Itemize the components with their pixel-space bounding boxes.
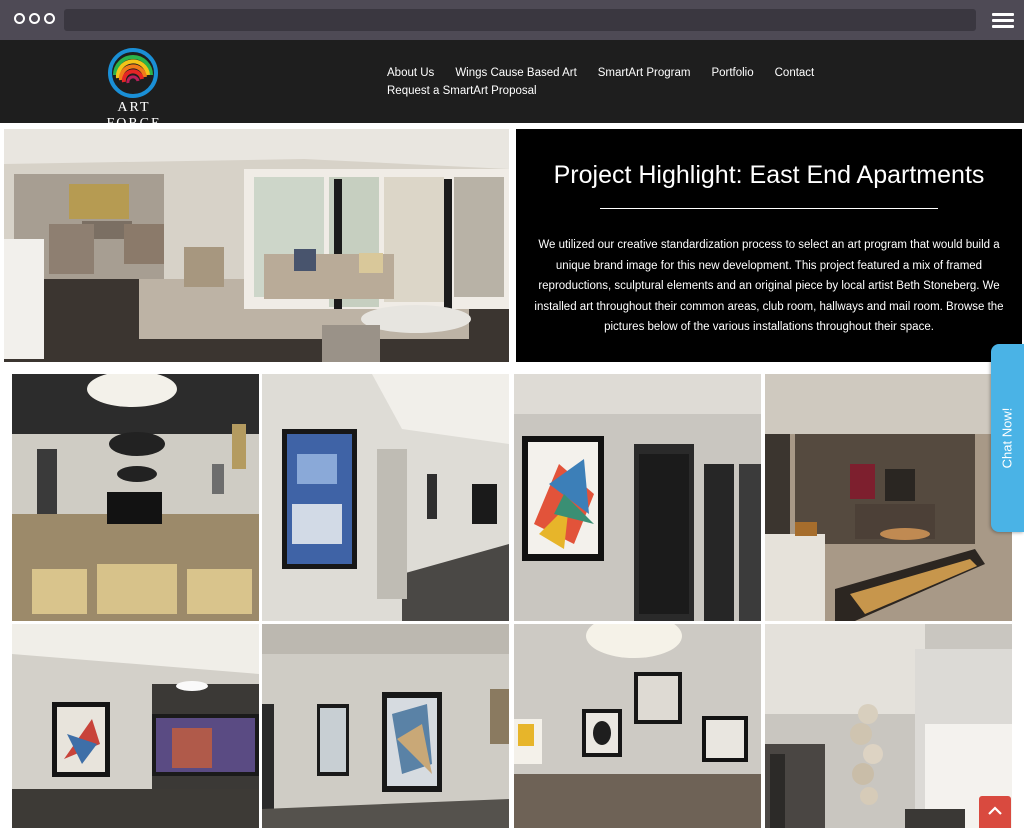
project-description: We utilized our creative standardization…: [534, 239, 1004, 333]
nav-portfolio[interactable]: Portfolio: [711, 66, 753, 80]
title-divider: [600, 208, 938, 209]
back-to-top-button[interactable]: [979, 796, 1011, 828]
site-logo[interactable]: ART FORCE: [88, 48, 180, 131]
browser-toolbar: [0, 0, 1024, 40]
art-force-logo-icon: [108, 48, 158, 98]
nav-request-proposal[interactable]: Request a SmartArt Proposal: [387, 84, 537, 98]
project-highlight-panel: Project Highlight: East End Apartments W…: [516, 129, 1022, 362]
chevron-up-icon: [988, 806, 1002, 815]
gallery-photo[interactable]: [12, 624, 259, 828]
photo-gallery: [12, 374, 1014, 828]
hero-lounge-photo: [4, 129, 509, 362]
address-bar[interactable]: [64, 9, 976, 31]
nav-smartart-program[interactable]: SmartArt Program: [598, 66, 691, 80]
chat-now-label: Chat Now!: [999, 407, 1015, 469]
gallery-photo[interactable]: [514, 374, 761, 621]
hamburger-icon[interactable]: [992, 13, 1014, 28]
nav-contact[interactable]: Contact: [775, 66, 815, 80]
project-title: Project Highlight: East End Apartments: [553, 161, 985, 189]
gallery-photo[interactable]: [765, 374, 1012, 621]
gallery-photo[interactable]: [765, 624, 1012, 828]
logo-text: ART FORCE: [106, 100, 162, 131]
nav-wings-cause-based-art[interactable]: Wings Cause Based Art: [455, 66, 576, 80]
nav-about-us[interactable]: About Us: [387, 66, 434, 80]
gallery-photo[interactable]: [262, 374, 509, 621]
site-header: ART FORCE About Us Wings Cause Based Art…: [0, 40, 1024, 131]
gallery-photo[interactable]: [262, 624, 509, 828]
three-dots-icon[interactable]: [14, 13, 55, 24]
chat-now-tab[interactable]: Chat Now!: [991, 344, 1024, 532]
gallery-photo[interactable]: [514, 624, 761, 828]
main-nav: About Us Wings Cause Based Art SmartArt …: [387, 66, 827, 98]
gallery-photo[interactable]: [12, 374, 259, 621]
